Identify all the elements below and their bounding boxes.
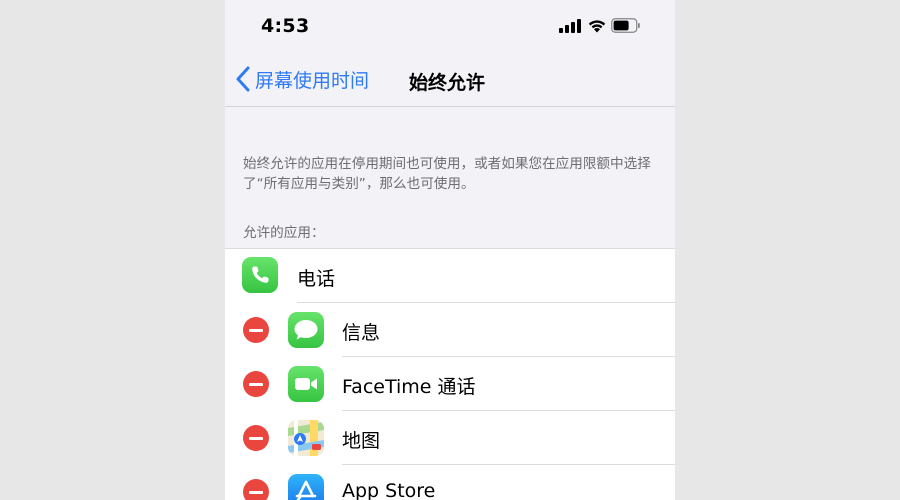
list-item-app-store[interactable]: App Store	[225, 465, 675, 500]
back-label: 屏幕使用时间	[255, 69, 370, 92]
signal-icon	[559, 19, 581, 33]
maps-icon	[288, 420, 324, 456]
app-label: 信息	[342, 322, 381, 344]
app-label: 地图	[342, 430, 381, 452]
remove-icon[interactable]	[243, 479, 269, 500]
remove-icon[interactable]	[243, 371, 269, 397]
list-item-maps[interactable]: 地图	[225, 411, 675, 465]
app-label: App Store	[342, 480, 436, 500]
list-item-messages[interactable]: 信息	[225, 303, 675, 357]
phone-screen: 4:53 屏幕使用时间 始终允许 始终允许的应用在停用期间也可使用，或者如果您在…	[225, 0, 675, 500]
app-label: 电话	[297, 268, 336, 290]
remove-icon[interactable]	[243, 425, 269, 451]
list-item-facetime[interactable]: FaceTime 通话	[225, 357, 675, 411]
page-title: 始终允许	[409, 72, 486, 94]
status-bar: 4:53	[225, 0, 675, 52]
wifi-icon	[588, 20, 606, 33]
messages-icon	[288, 312, 324, 348]
chevron-left-icon	[236, 66, 250, 92]
remove-icon[interactable]	[243, 317, 269, 343]
phone-icon	[242, 257, 278, 293]
description-text: 始终允许的应用在停用期间也可使用，或者如果您在应用限额中选择了“所有应用与类别”…	[243, 156, 651, 192]
section-header: 允许的应用：	[243, 225, 325, 241]
back-button[interactable]: 屏幕使用时间	[235, 64, 369, 94]
battery-icon	[611, 18, 640, 33]
list-item-phone[interactable]: 电话	[225, 249, 675, 303]
app-store-icon	[288, 474, 324, 500]
allowed-apps-list: 电话 信息 FaceTime 通话 地图 App Store	[225, 248, 675, 500]
status-time: 4:53	[261, 15, 310, 37]
app-label: FaceTime 通话	[342, 376, 476, 398]
facetime-icon	[288, 366, 324, 402]
navigation-bar: 屏幕使用时间 始终允许	[225, 52, 675, 107]
